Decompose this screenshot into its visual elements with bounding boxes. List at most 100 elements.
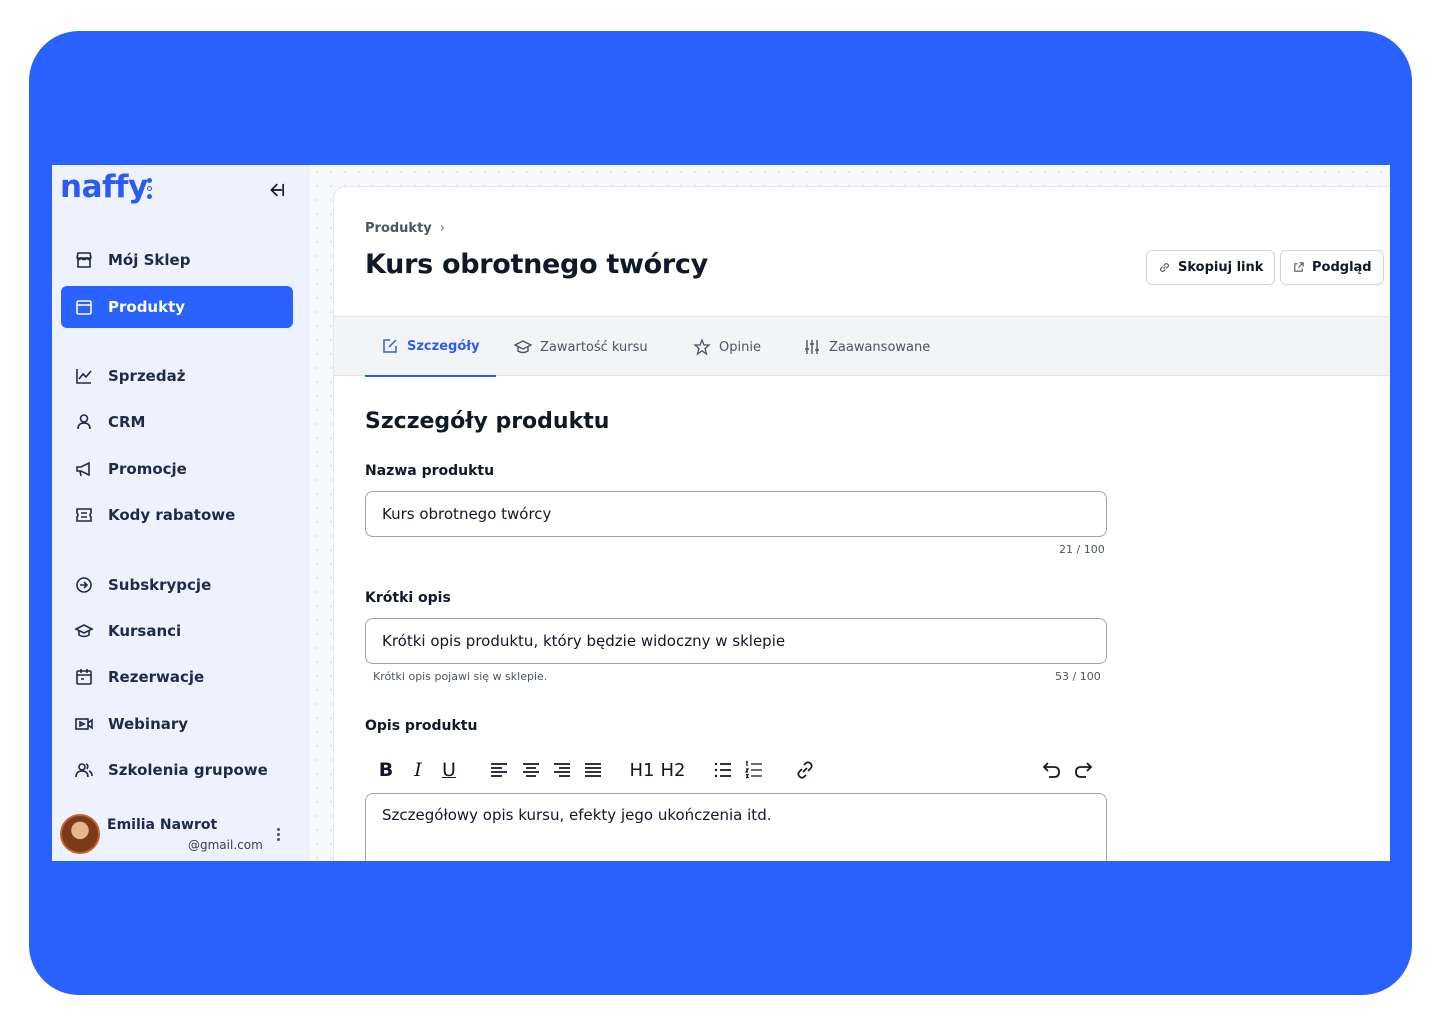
breadcrumb-link-produkty[interactable]: Produkty xyxy=(365,221,432,236)
app-window: naffy Mój Sklep Produkty Sprzedaż CRM Pr… xyxy=(52,165,1390,861)
breadcrumb: Produkty › xyxy=(365,221,445,236)
sidebar: naffy Mój Sklep Produkty Sprzedaż CRM Pr… xyxy=(52,165,310,861)
short-desc-char-counter: 53 / 100 xyxy=(1055,670,1101,683)
user-email: @gmail.com xyxy=(188,838,263,852)
align-justify-button[interactable] xyxy=(581,755,605,785)
redo-button[interactable] xyxy=(1071,755,1095,785)
chart-icon xyxy=(73,365,95,387)
sidebar-item-label: Kursanci xyxy=(108,622,182,640)
box-icon xyxy=(73,296,95,318)
sidebar-item-promocje[interactable]: Promocje xyxy=(61,448,293,490)
insert-link-button[interactable] xyxy=(793,755,817,785)
user-profile[interactable]: Emilia Nawrot @gmail.com xyxy=(60,814,300,858)
align-center-button[interactable] xyxy=(519,755,543,785)
sidebar-item-label: Promocje xyxy=(108,460,187,478)
italic-button[interactable]: I xyxy=(407,755,429,785)
edit-icon xyxy=(383,339,397,353)
product-name-input[interactable]: Kurs obrotnego twórcy xyxy=(365,491,1107,537)
redo-icon xyxy=(1075,762,1093,778)
align-left-button[interactable] xyxy=(487,755,511,785)
numbered-list-icon xyxy=(744,760,762,779)
link-icon xyxy=(797,761,813,779)
bullet-list-button[interactable] xyxy=(711,755,735,785)
avatar xyxy=(60,814,100,854)
copy-link-label: Skopiuj link xyxy=(1178,260,1264,275)
users-icon xyxy=(73,759,95,781)
user-icon xyxy=(73,411,95,433)
underline-button[interactable]: U xyxy=(438,755,460,785)
align-right-icon xyxy=(554,763,570,777)
graduation-cap-icon xyxy=(514,340,532,354)
calendar-icon xyxy=(73,666,95,688)
chevron-right-icon: › xyxy=(439,221,445,236)
preview-label: Podgląd xyxy=(1312,260,1372,275)
sidebar-item-kody-rabatowe[interactable]: Kody rabatowe xyxy=(61,494,293,536)
kebab-menu-icon[interactable] xyxy=(274,826,282,844)
sidebar-item-label: Mój Sklep xyxy=(108,251,191,269)
align-left-icon xyxy=(491,763,507,777)
tab-opinie[interactable]: Opinie xyxy=(677,317,777,377)
sidebar-item-produkty[interactable]: Produkty xyxy=(61,286,293,328)
video-icon xyxy=(73,713,95,735)
description-label: Opis produktu xyxy=(365,718,478,734)
sidebar-item-label: Rezerwacje xyxy=(108,668,205,686)
tab-label: Zawartość kursu xyxy=(540,339,648,355)
sidebar-item-crm[interactable]: CRM xyxy=(61,401,293,443)
section-title: Szczegóły produktu xyxy=(365,409,610,434)
link-icon xyxy=(1160,263,1169,272)
logo-dots-icon xyxy=(146,175,154,201)
external-link-icon xyxy=(1294,262,1304,272)
sliders-icon xyxy=(805,340,819,354)
undo-button[interactable] xyxy=(1040,755,1064,785)
name-char-counter: 21 / 100 xyxy=(1059,543,1105,556)
sidebar-item-sprzedaz[interactable]: Sprzedaż xyxy=(61,355,293,397)
tab-label: Zaawansowane xyxy=(829,339,931,355)
short-desc-label: Krótki opis xyxy=(365,590,451,606)
page-title: Kurs obrotnego twórcy xyxy=(365,249,708,280)
tab-zawartosc-kursu[interactable]: Zawartość kursu xyxy=(498,317,664,377)
align-right-button[interactable] xyxy=(550,755,574,785)
collapse-sidebar-button[interactable] xyxy=(264,179,286,201)
sidebar-item-label: Produkty xyxy=(108,298,186,316)
sidebar-item-label: Kody rabatowe xyxy=(108,506,236,524)
sidebar-item-subskrypcje[interactable]: Subskrypcje xyxy=(61,564,293,606)
graduation-cap-icon xyxy=(73,620,95,642)
subscription-icon xyxy=(73,574,95,596)
arrow-left-bar-icon xyxy=(270,183,284,197)
user-name: Emilia Nawrot xyxy=(107,817,218,833)
sidebar-item-label: Sprzedaż xyxy=(108,367,186,385)
tab-label: Szczegóły xyxy=(407,338,480,354)
heading-1-button[interactable]: H1 xyxy=(629,755,655,785)
sidebar-item-label: Szkolenia grupowe xyxy=(108,761,268,779)
align-center-icon xyxy=(523,763,539,777)
sidebar-item-rezerwacje[interactable]: Rezerwacje xyxy=(61,656,293,698)
undo-icon xyxy=(1042,762,1060,778)
star-icon xyxy=(693,338,711,356)
name-label: Nazwa produktu xyxy=(365,463,495,479)
ticket-icon xyxy=(73,504,95,526)
copy-link-button[interactable]: Skopiuj link xyxy=(1146,250,1276,285)
numbered-list-button[interactable] xyxy=(742,755,766,785)
tab-szczegoly[interactable]: Szczegóły xyxy=(365,317,496,377)
tab-label: Opinie xyxy=(719,339,761,355)
heading-2-button[interactable]: H2 xyxy=(660,755,686,785)
editor-toolbar: B I U H1 H2 xyxy=(365,755,1107,785)
logo: naffy xyxy=(60,169,148,205)
sidebar-item-szkolenia-grupowe[interactable]: Szkolenia grupowe xyxy=(61,749,293,791)
sidebar-item-label: Webinary xyxy=(108,715,189,733)
bullet-list-icon xyxy=(714,762,731,778)
description-editor[interactable]: Szczegółowy opis kursu, efekty jego ukoń… xyxy=(365,793,1107,861)
sidebar-item-label: Subskrypcje xyxy=(108,576,212,594)
preview-button[interactable]: Podgląd xyxy=(1280,250,1384,285)
tab-zaawansowane[interactable]: Zaawansowane xyxy=(787,317,946,377)
sidebar-item-moj-sklep[interactable]: Mój Sklep xyxy=(61,239,293,281)
sidebar-item-kursanci[interactable]: Kursanci xyxy=(61,610,293,652)
tab-bar: Szczegóły Zawartość kursu Opinie Zaawans… xyxy=(334,316,1390,377)
store-icon xyxy=(73,249,95,271)
product-card: Produkty › Kurs obrotnego twórcy Skopiuj… xyxy=(333,186,1390,861)
sidebar-item-webinary[interactable]: Webinary xyxy=(61,703,293,745)
bold-button[interactable]: B xyxy=(375,755,397,785)
align-justify-icon xyxy=(585,763,601,777)
short-desc-input[interactable]: Krótki opis produktu, który będzie widoc… xyxy=(365,618,1107,664)
megaphone-icon xyxy=(73,458,95,480)
